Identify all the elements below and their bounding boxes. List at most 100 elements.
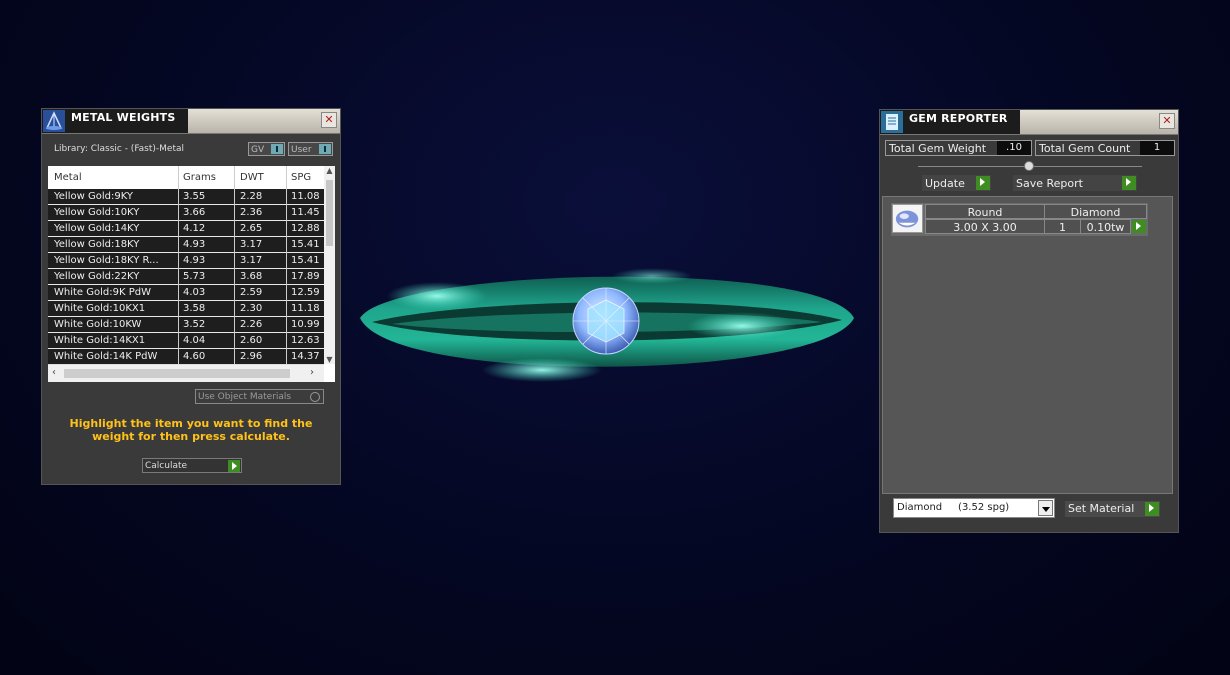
cell-grams: 4.93	[183, 255, 206, 266]
chevron-down-icon[interactable]	[1038, 500, 1053, 516]
cell-grams: 4.04	[183, 335, 206, 346]
cell-metal: White Gold:14K PdW	[54, 351, 158, 362]
update-label: Update	[925, 177, 965, 190]
gem-weight: 0.10tw	[1080, 219, 1131, 234]
column-header-spg[interactable]: SPG	[291, 172, 311, 183]
cell-grams: 4.93	[183, 239, 206, 250]
cell-dwt: 2.28	[240, 191, 263, 202]
gem-list: Round Diamond 3.00 X 3.00 1 0.10tw	[882, 196, 1173, 494]
cell-dwt: 3.17	[240, 239, 263, 250]
total-gem-count-field: Total Gem Count 1	[1035, 140, 1175, 156]
close-icon[interactable]: ✕	[321, 112, 337, 128]
set-material-button[interactable]: Set Material	[1065, 501, 1160, 517]
table-row[interactable]: White Gold:14K PdW 4.60 2.96 14.37	[48, 349, 324, 365]
cell-dwt: 2.30	[240, 303, 263, 314]
gv-toggle[interactable]: GV	[248, 142, 285, 156]
cell-spg: 11.45	[291, 207, 320, 218]
table-row[interactable]: Yellow Gold:10KY 3.66 2.36 11.45	[48, 205, 324, 221]
table-row[interactable]: Yellow Gold:22KY 5.73 3.68 17.89	[48, 269, 324, 285]
use-object-materials-toggle[interactable]: Use Object Materials	[195, 389, 324, 404]
cell-dwt: 2.36	[240, 207, 263, 218]
column-header-dwt[interactable]: DWT	[240, 172, 264, 183]
cell-metal: Yellow Gold:14KY	[54, 223, 140, 234]
radio-circle-icon	[310, 392, 320, 402]
metal-table: Metal Grams DWT SPG Yellow Gold:9KY 3.55 2…	[48, 166, 335, 382]
save-report-label: Save Report	[1016, 177, 1083, 190]
material-select[interactable]: Diamond (3.52 spg)	[893, 498, 1055, 518]
report-icon	[881, 111, 903, 133]
play-arrow-icon	[228, 460, 240, 472]
list-item[interactable]: Round Diamond 3.00 X 3.00 1 0.10tw	[891, 203, 1148, 236]
cell-spg: 17.89	[291, 271, 320, 282]
gv-toggle-label: GV	[251, 145, 265, 155]
column-header-metal[interactable]: Metal	[54, 172, 82, 183]
scroll-right-icon[interactable]: ›	[310, 367, 314, 378]
gem-reporter-panel: GEM REPORTER ✕ Total Gem Weight .10 Tota…	[879, 109, 1179, 533]
user-toggle-label: User	[291, 145, 312, 155]
toggle-knob-icon	[271, 144, 283, 154]
cell-metal: White Gold:10KW	[54, 319, 142, 330]
cell-metal: Yellow Gold:22KY	[54, 271, 140, 282]
instruction-text: Highlight the item you want to find the …	[69, 417, 313, 443]
table-row[interactable]: Yellow Gold:9KY 3.55 2.28 11.08	[48, 189, 324, 205]
play-arrow-icon	[1145, 502, 1159, 516]
total-gem-count-label: Total Gem Count	[1039, 142, 1131, 155]
cell-metal: Yellow Gold:18KY	[54, 239, 140, 250]
update-button[interactable]: Update	[922, 175, 991, 191]
table-body: Yellow Gold:9KY 3.55 2.28 11.08 Yellow Gold:…	[48, 189, 324, 365]
save-report-button[interactable]: Save Report	[1013, 175, 1137, 191]
cell-dwt: 2.26	[240, 319, 263, 330]
toggle-knob-icon	[319, 144, 331, 154]
scroll-thumb[interactable]	[64, 369, 290, 378]
gem-reporter-titlebar[interactable]: GEM REPORTER ✕	[880, 110, 1178, 135]
scroll-left-icon[interactable]: ‹	[52, 367, 56, 378]
cell-dwt: 2.59	[240, 287, 263, 298]
close-icon[interactable]: ✕	[1159, 113, 1175, 129]
cell-dwt: 2.60	[240, 335, 263, 346]
cell-grams: 5.73	[183, 271, 206, 282]
horizontal-scrollbar[interactable]: ‹ ›	[48, 364, 324, 382]
cell-spg: 15.41	[291, 255, 320, 266]
cell-dwt: 3.68	[240, 271, 263, 282]
splitter-slider[interactable]	[918, 161, 1142, 171]
slider-knob[interactable]	[1024, 161, 1034, 171]
metal-weights-titlebar[interactable]: METAL WEIGHTS ✕	[42, 109, 340, 134]
play-arrow-icon[interactable]	[1132, 220, 1146, 233]
cell-metal: White Gold:14KX1	[54, 335, 146, 346]
ring-3d-viewport[interactable]	[352, 248, 862, 396]
table-row[interactable]: Yellow Gold:14KY 4.12 2.65 12.88	[48, 221, 324, 237]
scroll-up-icon[interactable]: ▲	[324, 166, 335, 175]
calculate-button[interactable]: Calculate	[142, 458, 242, 473]
gem-material: Diamond	[1044, 204, 1147, 219]
table-row[interactable]: White Gold:10KW 3.52 2.26 10.99	[48, 317, 324, 333]
table-row[interactable]: Yellow Gold:18KY R... 4.93 3.17 15.41	[48, 253, 324, 269]
cell-grams: 4.60	[183, 351, 206, 362]
gem-count: 1	[1044, 219, 1081, 234]
total-gem-weight-label: Total Gem Weight	[889, 142, 987, 155]
cell-spg: 15.41	[291, 239, 320, 250]
vertical-scrollbar[interactable]: ▲ ▼	[324, 166, 335, 364]
total-gem-weight-value: .10	[997, 141, 1031, 155]
cell-metal: Yellow Gold:9KY	[54, 191, 133, 202]
table-header: Metal Grams DWT SPG	[48, 166, 324, 188]
table-row[interactable]: White Gold:10KX1 3.58 2.30 11.18	[48, 301, 324, 317]
cell-metal: White Gold:10KX1	[54, 303, 146, 314]
panel-title: GEM REPORTER	[909, 112, 1008, 125]
user-toggle[interactable]: User	[288, 142, 333, 156]
table-row[interactable]: Yellow Gold:18KY 4.93 3.17 15.41	[48, 237, 324, 253]
cell-spg: 12.88	[291, 223, 320, 234]
calculate-label: Calculate	[145, 461, 188, 471]
table-row[interactable]: White Gold:9K PdW 4.03 2.59 12.59	[48, 285, 324, 301]
cell-grams: 3.58	[183, 303, 206, 314]
round-diamond	[572, 287, 640, 355]
scroll-down-icon[interactable]: ▼	[324, 355, 335, 364]
column-header-grams[interactable]: Grams	[183, 172, 216, 183]
cell-metal: Yellow Gold:18KY R...	[54, 255, 159, 266]
cell-grams: 3.52	[183, 319, 206, 330]
play-arrow-icon	[976, 176, 990, 190]
scroll-thumb[interactable]	[326, 180, 333, 246]
material-select-value: Diamond (3.52 spg)	[897, 502, 1010, 513]
cell-dwt: 3.17	[240, 255, 263, 266]
table-row[interactable]: White Gold:14KX1 4.04 2.60 12.63	[48, 333, 324, 349]
set-material-label: Set Material	[1068, 502, 1135, 515]
